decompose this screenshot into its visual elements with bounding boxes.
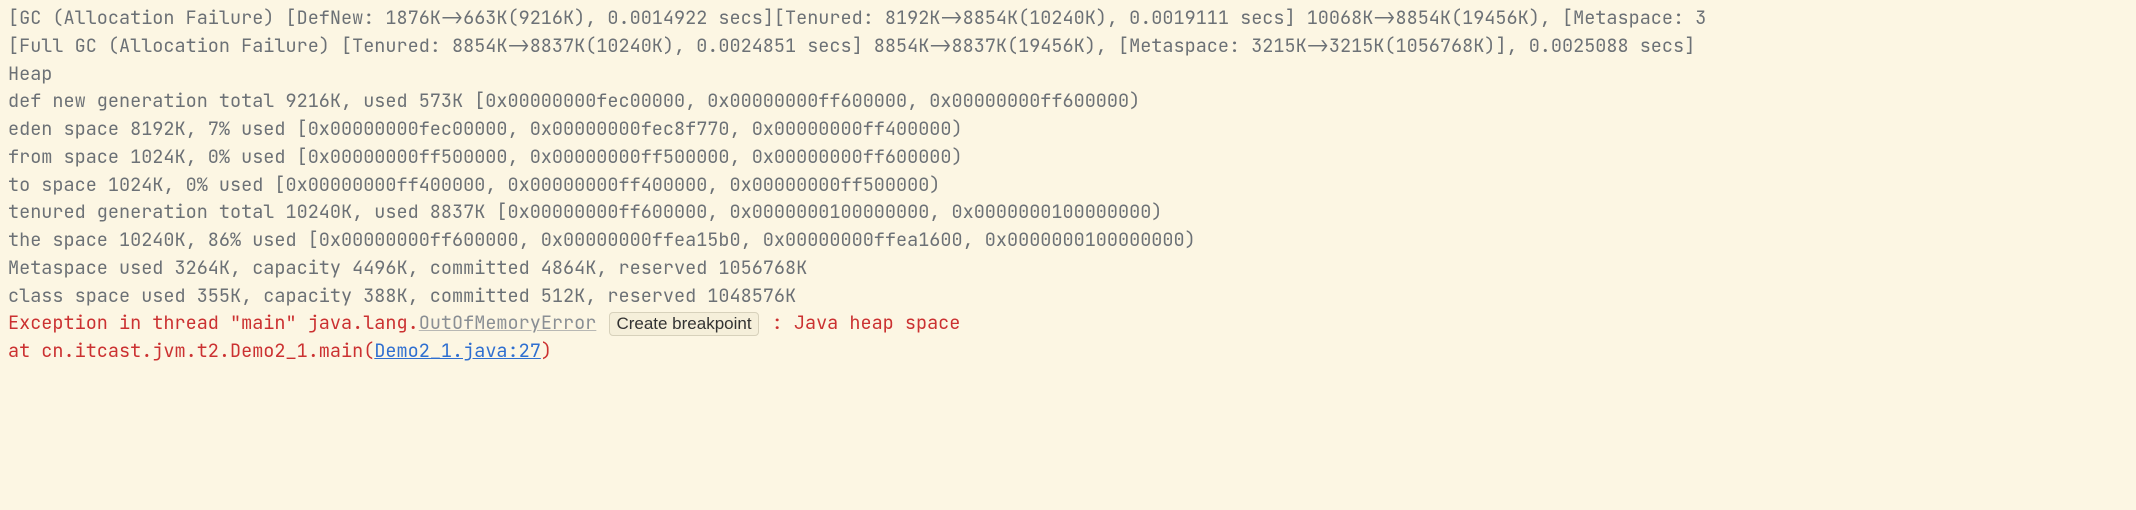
exception-message: : Java heap space [761,310,961,335]
heap-line: the space 10240K, 86% used [0x00000000ff… [8,226,2128,254]
heap-line: to space 1024K, 0% used [0x00000000ff400… [8,171,2128,199]
heap-line: tenured generation total 10240K, used 88… [8,198,2128,226]
heap-line: class space used 355K, capacity 388K, co… [8,282,2128,310]
heap-line: def new generation total 9216K, used 573… [8,87,2128,115]
heap-header: Heap [8,60,2128,88]
stack-frame-line: at cn.itcast.jvm.t2.Demo2_1.main(Demo2_1… [8,337,2128,365]
gc-log-line: [GC (Allocation Failure) [DefNew: 1876K-… [8,4,2128,32]
stack-frame-text: at cn.itcast.jvm.t2.Demo2_1.main( [8,338,374,363]
exception-package: java.lang. [308,310,419,335]
heap-line: from space 1024K, 0% used [0x00000000ff5… [8,143,2128,171]
stack-frame-close: ) [541,338,552,363]
exception-prefix: Exception in thread "main" [8,310,308,335]
heap-line: Metaspace used 3264K, capacity 4496K, co… [8,254,2128,282]
gc-log-line: [Full GC (Allocation Failure) [Tenured: … [8,32,2128,60]
heap-line: eden space 8192K, 7% used [0x00000000fec… [8,115,2128,143]
source-link[interactable]: Demo2_1.java:27 [374,338,541,363]
exception-line: Exception in thread "main" java.lang.Out… [8,309,2128,337]
exception-class-link[interactable]: OutOfMemoryError [419,310,597,335]
create-breakpoint-button[interactable]: Create breakpoint [609,312,758,335]
